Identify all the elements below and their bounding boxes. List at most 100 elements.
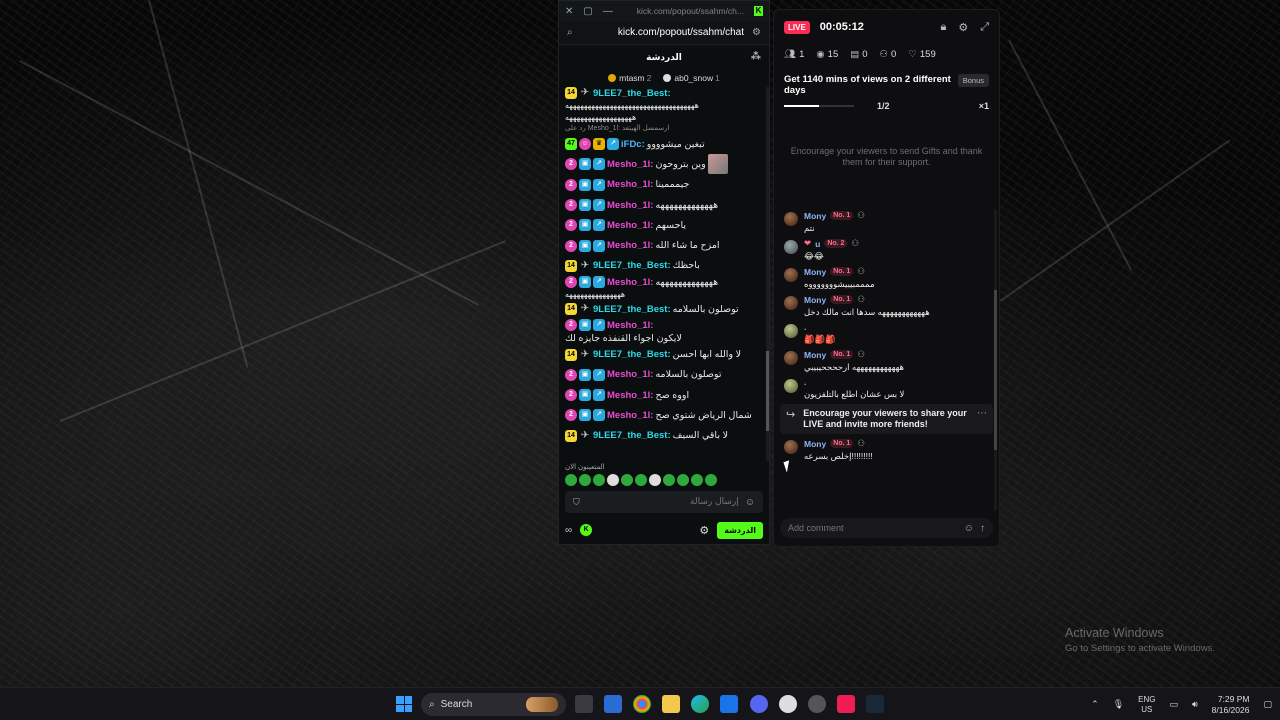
emote-icon[interactable] (621, 474, 633, 486)
scrollbar-thumb[interactable] (766, 351, 769, 431)
avatar[interactable] (784, 212, 798, 226)
users-icon[interactable]: ⁂ (751, 51, 761, 62)
chat-username[interactable]: Mesho_1l: (607, 240, 653, 251)
emote-icon[interactable] (565, 474, 577, 486)
emote-icon[interactable] (663, 474, 675, 486)
comment-username[interactable]: . (804, 322, 806, 332)
chevron-up-icon[interactable]: ⌃ (1091, 699, 1099, 710)
avatar[interactable] (784, 324, 798, 338)
volume-icon[interactable]: 🔊︎ (1192, 699, 1198, 710)
chat-scrollbar[interactable] (766, 87, 769, 461)
steam-icon[interactable] (866, 695, 884, 713)
top-gifter[interactable]: ab0_snow 1 (663, 73, 720, 83)
chat-message-input[interactable] (585, 497, 739, 507)
comment-username[interactable]: Mony (804, 350, 826, 360)
send-chat-button[interactable]: الدردشة (717, 521, 763, 539)
chat-username[interactable]: Mesho_1l: (607, 159, 653, 170)
avatar[interactable] (784, 240, 798, 254)
emote-icon[interactable] (677, 474, 689, 486)
close-icon[interactable]: ✕ (565, 6, 573, 17)
language-indicator[interactable]: ENG US (1138, 695, 1155, 715)
tiktok-icon[interactable] (837, 695, 855, 713)
notifications-icon[interactable]: ▢ (1263, 699, 1272, 710)
popout-icon[interactable]: ⤢ (980, 21, 989, 34)
live-comments[interactable]: Mony No. 1 ⚇ نتم ❤ u No. 2 ⚇ 😂😂 Mony No. 1 ⚇ مم… (774, 210, 999, 510)
emote-bar[interactable] (565, 474, 723, 486)
chrome-icon[interactable] (633, 695, 651, 713)
network-icon[interactable]: ▭ (1169, 699, 1178, 710)
avatar[interactable] (784, 379, 798, 393)
chat-username[interactable]: 9LEE7_the_Best: (593, 260, 671, 271)
settings-icon[interactable]: ⚙ (699, 524, 709, 537)
chat-input-box[interactable]: ⛉ ☺ (565, 491, 763, 513)
task-view-icon[interactable] (575, 695, 593, 713)
chat-username[interactable]: Mesho_1l: (607, 200, 653, 211)
microphone-icon[interactable]: 🎙︎ (1113, 699, 1124, 710)
live-goal[interactable]: Get 1140 mins of views on 2 different da… (784, 74, 989, 114)
emote-icon[interactable] (579, 474, 591, 486)
comment-username[interactable]: Mony (804, 211, 826, 221)
chat-username[interactable]: Mesho_1l: (607, 410, 653, 421)
comment-username[interactable]: u (815, 239, 820, 249)
chat-username[interactable]: 9LEE7_the_Best: (593, 430, 671, 441)
share-live-card[interactable]: ↪ Encourage your viewers to share your L… (780, 404, 993, 434)
emote-icon[interactable] (607, 474, 619, 486)
top-gifter[interactable]: mtasm 2 (608, 73, 651, 83)
file-explorer-icon[interactable] (662, 695, 680, 713)
comment-username[interactable]: Mony (804, 439, 826, 449)
chat-username[interactable]: 9LEE7_the_Best: (593, 304, 671, 315)
avatar[interactable] (784, 268, 798, 282)
scrollbar-thumb[interactable] (994, 290, 997, 450)
search-icon[interactable]: ⌕ (567, 27, 573, 38)
chat-username[interactable]: Mesho_1l: (607, 320, 653, 331)
add-comment-input[interactable] (788, 523, 958, 533)
chat-messages[interactable]: 14 ✈ 9LEE7_the_Best: ههههههههههههههههههه… (559, 87, 769, 461)
emote-icon[interactable] (691, 474, 703, 486)
emote-icon[interactable] (649, 474, 661, 486)
comment-username[interactable]: Mony (804, 267, 826, 277)
taskbar-search[interactable]: ⌕ Search (421, 693, 566, 716)
clock[interactable]: 7:29 PM 8/16/2026 (1212, 694, 1250, 716)
avatar[interactable] (784, 296, 798, 310)
settings-icon[interactable]: ⚙ (958, 21, 968, 34)
store-icon[interactable] (604, 695, 622, 713)
shield-icon[interactable]: ⛉ (573, 497, 580, 508)
discord-icon[interactable] (750, 695, 768, 713)
chat-username[interactable]: 9LEE7_the_Best: (593, 88, 671, 99)
chat-username[interactable]: Mesho_1l: (607, 369, 653, 380)
comment-username[interactable]: . (804, 377, 806, 387)
emote-icon[interactable] (635, 474, 647, 486)
github-icon[interactable] (808, 695, 826, 713)
send-icon[interactable]: ↑ (980, 523, 985, 534)
emote-icon[interactable] (705, 474, 717, 486)
emote-icon[interactable] (593, 474, 605, 486)
lock-icon[interactable]: 🔒︎ (940, 21, 946, 34)
infinity-icon[interactable]: ∞ (565, 525, 572, 536)
comments-scrollbar[interactable] (994, 210, 997, 510)
edge-icon[interactable] (691, 695, 709, 713)
stat-followers: ⚇ 0 (879, 48, 897, 60)
avatar[interactable] (784, 440, 798, 454)
comment-username[interactable]: Mony (804, 295, 826, 305)
chat-username[interactable]: 9LEE7_the_Best: (593, 349, 671, 360)
emoji-icon[interactable]: ☺ (964, 523, 974, 534)
chat-username[interactable]: Mesho_1l: (607, 220, 653, 231)
add-comment-box[interactable]: ☺ ↑ (780, 518, 993, 538)
chat-username[interactable]: iFDc: (621, 139, 645, 150)
chat-username[interactable]: Mesho_1l: (607, 277, 653, 288)
site-settings-icon[interactable]: ⚙ (752, 27, 761, 38)
avatar[interactable] (784, 351, 798, 365)
mail-icon[interactable] (720, 695, 738, 713)
chat-username[interactable]: Mesho_1l: (607, 390, 653, 401)
obs-icon[interactable] (779, 695, 797, 713)
reply-reference[interactable]: رد على Mesho_1l: ارسمسل الهيتفد (565, 124, 763, 134)
emoji-icon[interactable]: ☺ (745, 497, 755, 508)
address-text[interactable]: kick.com/popout/ssahm/chat (581, 27, 744, 38)
maximize-icon[interactable]: ▢ (583, 6, 592, 17)
minimize-icon[interactable]: — (603, 6, 613, 17)
kick-x-icon[interactable]: K (580, 524, 593, 536)
start-button[interactable] (396, 696, 412, 712)
wallpaper-web-line (19, 60, 480, 306)
chat-username[interactable]: Mesho_1l: (607, 179, 653, 190)
more-options-icon[interactable]: ⋯ (977, 408, 987, 419)
